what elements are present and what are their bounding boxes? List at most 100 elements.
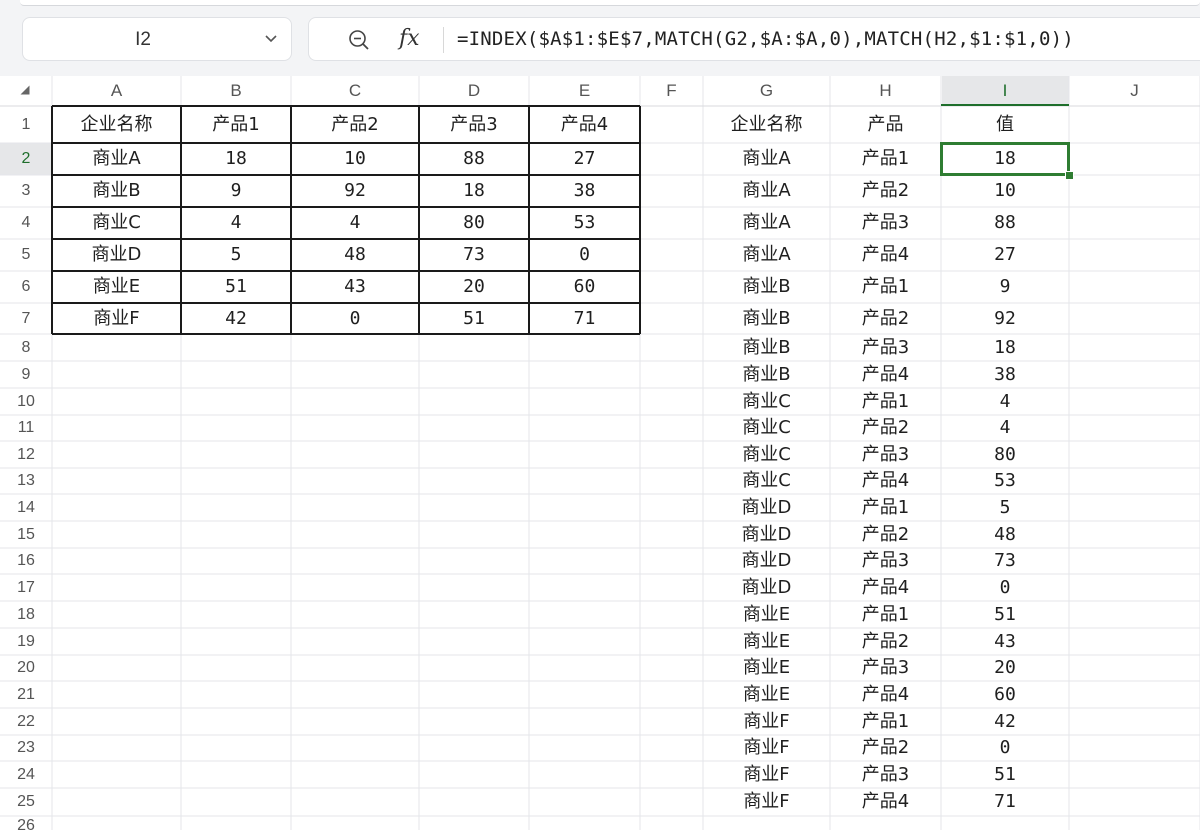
column-header-b[interactable]: B (181, 76, 291, 106)
result-header-cell[interactable]: 产品 (830, 106, 941, 143)
result-cell[interactable]: 产品4 (830, 681, 941, 708)
zoom-out-icon[interactable] (347, 28, 371, 52)
row-header-17[interactable]: 17 (0, 574, 52, 601)
table-cell[interactable]: 73 (419, 239, 529, 271)
row-header-8[interactable]: 8 (0, 334, 52, 361)
result-cell[interactable]: 73 (941, 548, 1069, 574)
row-header-3[interactable]: 3 (0, 175, 52, 207)
table-cell[interactable]: 51 (419, 303, 529, 334)
row-header-5[interactable]: 5 (0, 239, 52, 271)
result-cell[interactable]: 产品2 (830, 735, 941, 761)
result-cell[interactable]: 88 (941, 207, 1069, 239)
table-cell[interactable]: 18 (419, 175, 529, 207)
result-cell[interactable]: 商业C (703, 388, 830, 415)
table-header-cell[interactable]: 产品2 (291, 106, 419, 143)
result-header-cell[interactable]: 值 (941, 106, 1069, 143)
table-cell[interactable]: 43 (291, 271, 419, 303)
table-cell[interactable]: 商业F (52, 303, 181, 334)
result-cell[interactable]: 38 (941, 361, 1069, 388)
result-cell[interactable]: 92 (941, 303, 1069, 334)
result-cell[interactable]: 产品2 (830, 175, 941, 207)
name-box[interactable]: I2 (22, 17, 292, 61)
result-cell[interactable]: 10 (941, 175, 1069, 207)
result-cell[interactable]: 产品3 (830, 441, 941, 468)
result-cell[interactable]: 产品1 (830, 143, 941, 175)
result-cell[interactable]: 0 (941, 574, 1069, 601)
column-header-f[interactable]: F (640, 76, 703, 106)
table-cell[interactable]: 48 (291, 239, 419, 271)
result-cell[interactable]: 商业A (703, 175, 830, 207)
table-cell[interactable]: 20 (419, 271, 529, 303)
formula-bar[interactable]: fx =INDEX($A$1:$E$7,MATCH(G2,$A:$A,0),MA… (308, 17, 1200, 61)
result-cell[interactable]: 商业C (703, 441, 830, 468)
result-cell[interactable]: 产品4 (830, 239, 941, 271)
result-cell[interactable]: 商业C (703, 468, 830, 494)
result-cell[interactable]: 产品1 (830, 708, 941, 735)
row-header-25[interactable]: 25 (0, 788, 52, 816)
table-cell[interactable]: 80 (419, 207, 529, 239)
result-cell[interactable]: 51 (941, 761, 1069, 788)
result-cell[interactable]: 9 (941, 271, 1069, 303)
table-cell[interactable]: 4 (181, 207, 291, 239)
result-cell[interactable]: 产品1 (830, 494, 941, 521)
fill-handle[interactable] (1065, 171, 1074, 180)
table-cell[interactable]: 商业D (52, 239, 181, 271)
result-cell[interactable]: 商业B (703, 271, 830, 303)
result-cell[interactable]: 产品3 (830, 334, 941, 361)
result-cell[interactable]: 60 (941, 681, 1069, 708)
row-header-22[interactable]: 22 (0, 708, 52, 735)
table-cell[interactable]: 0 (529, 239, 640, 271)
row-header-12[interactable]: 12 (0, 441, 52, 468)
result-cell[interactable]: 42 (941, 708, 1069, 735)
result-cell[interactable]: 商业B (703, 303, 830, 334)
row-header-19[interactable]: 19 (0, 628, 52, 655)
result-cell[interactable]: 商业E (703, 601, 830, 628)
row-header-9[interactable]: 9 (0, 361, 52, 388)
result-cell[interactable]: 产品4 (830, 361, 941, 388)
result-cell[interactable]: 产品2 (830, 521, 941, 548)
table-cell[interactable]: 5 (181, 239, 291, 271)
result-cell[interactable]: 产品1 (830, 601, 941, 628)
result-cell[interactable]: 商业F (703, 788, 830, 816)
row-header-20[interactable]: 20 (0, 655, 52, 681)
column-header-g[interactable]: G (703, 76, 830, 106)
result-cell[interactable]: 51 (941, 601, 1069, 628)
result-cell[interactable]: 产品4 (830, 788, 941, 816)
table-cell[interactable]: 商业C (52, 207, 181, 239)
table-cell[interactable]: 4 (291, 207, 419, 239)
fx-icon[interactable]: fx (399, 24, 420, 54)
table-cell[interactable]: 60 (529, 271, 640, 303)
result-cell[interactable]: 商业F (703, 735, 830, 761)
result-cell[interactable]: 商业A (703, 239, 830, 271)
formula-input[interactable]: =INDEX($A$1:$E$7,MATCH(G2,$A:$A,0),MATCH… (457, 18, 1074, 60)
result-cell[interactable]: 产品3 (830, 548, 941, 574)
result-cell[interactable]: 产品3 (830, 761, 941, 788)
table-cell[interactable]: 商业E (52, 271, 181, 303)
table-cell[interactable]: 18 (181, 143, 291, 175)
row-header-1[interactable]: 1 (0, 106, 52, 143)
column-header-d[interactable]: D (419, 76, 529, 106)
result-cell[interactable]: 71 (941, 788, 1069, 816)
result-cell[interactable]: 53 (941, 468, 1069, 494)
result-cell[interactable]: 产品3 (830, 655, 941, 681)
result-cell[interactable]: 产品2 (830, 415, 941, 441)
result-cell[interactable]: 产品1 (830, 271, 941, 303)
result-cell[interactable]: 商业B (703, 361, 830, 388)
table-cell[interactable]: 0 (291, 303, 419, 334)
table-cell[interactable]: 71 (529, 303, 640, 334)
row-header-2[interactable]: 2 (0, 143, 52, 175)
result-cell[interactable]: 商业A (703, 143, 830, 175)
result-cell[interactable]: 商业E (703, 655, 830, 681)
table-header-cell[interactable]: 产品3 (419, 106, 529, 143)
result-cell[interactable]: 0 (941, 735, 1069, 761)
row-header-7[interactable]: 7 (0, 303, 52, 334)
result-cell[interactable]: 产品2 (830, 303, 941, 334)
select-all-corner[interactable] (20, 85, 30, 95)
result-cell[interactable]: 产品4 (830, 574, 941, 601)
result-cell[interactable]: 商业D (703, 548, 830, 574)
result-header-cell[interactable]: 企业名称 (703, 106, 830, 143)
table-cell[interactable]: 88 (419, 143, 529, 175)
table-cell[interactable]: 38 (529, 175, 640, 207)
result-cell[interactable]: 18 (941, 334, 1069, 361)
result-cell[interactable]: 商业D (703, 574, 830, 601)
